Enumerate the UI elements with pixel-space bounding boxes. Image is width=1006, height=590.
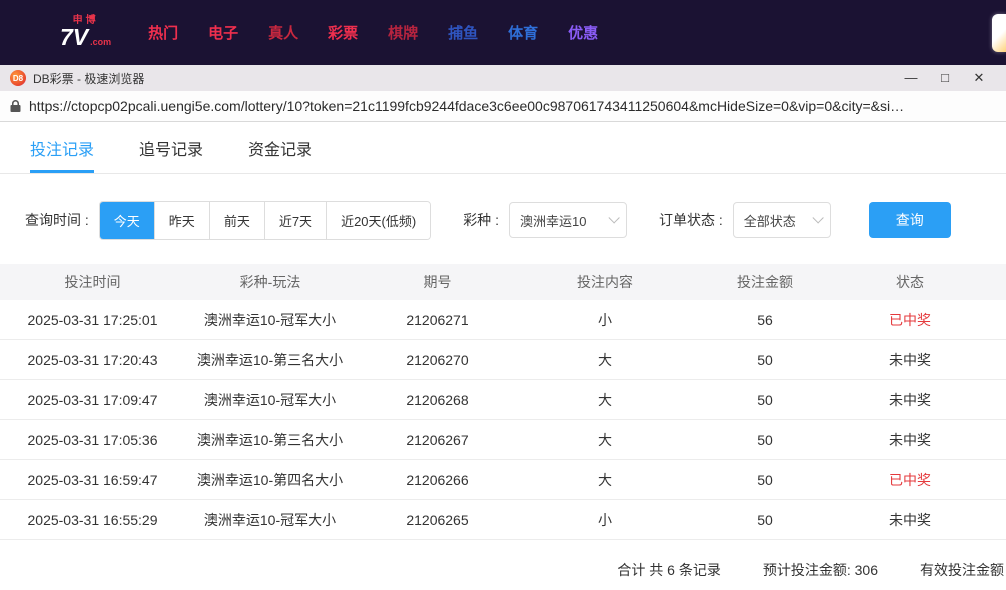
cell-bet-content: 大 xyxy=(598,351,612,368)
chevron-down-icon xyxy=(812,212,824,224)
site-nav: 热门 电子 真人 彩票 棋牌 捕鱼 体育 优惠 xyxy=(133,22,613,43)
col-header-bet-content: 投注内容 xyxy=(577,274,633,290)
floating-widget-icon[interactable] xyxy=(992,14,1006,52)
cell-issue: 21206268 xyxy=(406,391,469,408)
summary-total: 合计 共 6 条记录 xyxy=(617,562,721,578)
cell-game-play: 澳洲幸运10-第三名大小 xyxy=(196,431,344,448)
cell-bet-content: 小 xyxy=(598,311,612,328)
time-option-20days[interactable]: 近20天(低频) xyxy=(326,201,431,239)
window-controls: — □ ✕ xyxy=(894,65,996,91)
filter-bar: 查询时间 : 今天 昨天 前天 近7天 近20天(低频) 彩种 : 澳洲幸运10… xyxy=(25,200,1006,240)
cell-bet-time: 2025-03-31 17:20:43 xyxy=(27,351,158,368)
col-header-issue: 期号 xyxy=(423,274,452,290)
cell-issue: 21206270 xyxy=(406,351,469,368)
status-badge: 未中奖 xyxy=(889,391,931,408)
cell-bet-time: 2025-03-31 17:25:01 xyxy=(27,311,158,328)
cell-bet-amount: 50 xyxy=(757,391,773,408)
lottery-select[interactable]: 澳洲幸运10 xyxy=(508,202,627,238)
cell-issue: 21206266 xyxy=(406,471,469,488)
table-row: 2025-03-31 17:25:01 澳洲幸运10-冠军大小 21206271… xyxy=(0,300,1006,340)
summary-valid: 有效投注金额 xyxy=(920,562,1004,578)
cell-bet-time: 2025-03-31 16:59:47 xyxy=(27,471,158,488)
minimize-icon[interactable]: — xyxy=(894,65,928,91)
status-badge: 未中奖 xyxy=(889,511,931,528)
lock-icon xyxy=(10,99,21,113)
table-header-row: 投注时间 彩种-玩法 期号 投注内容 投注金额 状态 xyxy=(0,264,1006,300)
nav-item-chess[interactable]: 棋牌 xyxy=(373,22,433,43)
logo-com-text: .com xyxy=(90,37,112,47)
maximize-icon[interactable]: □ xyxy=(928,65,962,91)
nav-item-lottery[interactable]: 彩票 xyxy=(313,22,373,43)
order-status-select[interactable]: 全部状态 xyxy=(732,202,831,238)
table-row: 2025-03-31 17:20:43 澳洲幸运10-第三名大小 2120627… xyxy=(0,340,1006,380)
cell-bet-content: 小 xyxy=(598,511,612,528)
cell-bet-amount: 50 xyxy=(757,431,773,448)
cell-bet-amount: 50 xyxy=(757,471,773,488)
cell-issue: 21206267 xyxy=(406,431,469,448)
record-tabs: 投注记录 追号记录 资金记录 xyxy=(0,122,1006,174)
cell-bet-content: 大 xyxy=(598,391,612,408)
table-row: 2025-03-31 17:05:36 澳洲幸运10-第三名大小 2120626… xyxy=(0,420,1006,460)
nav-item-live[interactable]: 真人 xyxy=(253,22,313,43)
tab-fund-records[interactable]: 资金记录 xyxy=(248,122,312,173)
cell-issue: 21206271 xyxy=(406,311,469,328)
site-topbar: 申博 7V .com 热门 电子 真人 彩票 棋牌 捕鱼 体育 优惠 xyxy=(0,0,1006,65)
cell-bet-time: 2025-03-31 16:55:29 xyxy=(27,511,158,528)
col-header-status: 状态 xyxy=(896,274,924,290)
nav-item-slots[interactable]: 电子 xyxy=(193,22,253,43)
cell-bet-time: 2025-03-31 17:09:47 xyxy=(27,391,158,408)
bet-records-table: 投注时间 彩种-玩法 期号 投注内容 投注金额 状态 2025-03-31 17… xyxy=(0,264,1006,540)
close-icon[interactable]: ✕ xyxy=(962,65,996,91)
lottery-filter-label: 彩种 : xyxy=(463,212,499,228)
time-filter-label: 查询时间 : xyxy=(25,212,89,228)
time-option-7days[interactable]: 近7天 xyxy=(263,201,327,239)
table-row: 2025-03-31 17:09:47 澳洲幸运10-冠军大小 21206268… xyxy=(0,380,1006,420)
status-badge: 已中奖 xyxy=(889,311,931,328)
cell-bet-content: 大 xyxy=(598,471,612,488)
status-badge: 未中奖 xyxy=(889,431,931,448)
cell-game-play: 澳洲幸运10-冠军大小 xyxy=(203,311,337,328)
cell-game-play: 澳洲幸运10-冠军大小 xyxy=(203,511,337,528)
nav-item-fishing[interactable]: 捕鱼 xyxy=(433,22,493,43)
time-option-yesterday[interactable]: 昨天 xyxy=(153,201,209,239)
order-status-value: 全部状态 xyxy=(743,213,796,229)
table-row: 2025-03-31 16:55:29 澳洲幸运10-冠军大小 21206265… xyxy=(0,500,1006,540)
cell-bet-time: 2025-03-31 17:05:36 xyxy=(27,431,158,448)
url-text[interactable]: https://ctopcp02pcali.uengi5e.com/lotter… xyxy=(29,98,904,114)
cell-game-play: 澳洲幸运10-冠军大小 xyxy=(203,391,337,408)
col-header-bet-amount: 投注金额 xyxy=(737,274,793,290)
time-option-daybefore[interactable]: 前天 xyxy=(208,201,264,239)
col-header-game-play: 彩种-玩法 xyxy=(239,274,301,290)
cell-issue: 21206265 xyxy=(406,511,469,528)
status-filter-label: 订单状态 : xyxy=(658,212,723,228)
nav-item-hot[interactable]: 热门 xyxy=(133,22,193,43)
browser-app-icon: D8 xyxy=(10,70,26,86)
tab-bet-records[interactable]: 投注记录 xyxy=(30,122,95,173)
cell-bet-amount: 50 xyxy=(757,351,773,368)
cell-bet-amount: 50 xyxy=(757,511,773,528)
nav-item-promo[interactable]: 优惠 xyxy=(553,22,613,43)
cell-game-play: 澳洲幸运10-第四名大小 xyxy=(196,471,344,488)
col-header-bet-time: 投注时间 xyxy=(64,274,121,290)
chevron-down-icon xyxy=(608,212,620,224)
tab-chase-records[interactable]: 追号记录 xyxy=(139,122,203,173)
nav-item-sports[interactable]: 体育 xyxy=(493,22,553,43)
status-badge: 已中奖 xyxy=(889,471,931,488)
time-option-today[interactable]: 今天 xyxy=(99,201,154,239)
summary-expected: 预计投注金额: 306 xyxy=(762,562,878,578)
table-row: 2025-03-31 16:59:47 澳洲幸运10-第四名大小 2120626… xyxy=(0,460,1006,500)
site-logo[interactable]: 申博 7V .com xyxy=(60,16,111,49)
summary-bar: 合计 共 6 条记录 预计投注金额: 306 有效投注金额 xyxy=(0,540,1006,590)
search-button[interactable]: 查询 xyxy=(868,202,951,238)
status-badge: 未中奖 xyxy=(889,351,931,368)
logo-main-text: 7V xyxy=(60,24,89,50)
cell-bet-content: 大 xyxy=(598,431,612,448)
browser-titlebar: D8 DB彩票 - 极速浏览器 — □ ✕ xyxy=(0,65,1006,91)
url-bar[interactable]: https://ctopcp02pcali.uengi5e.com/lotter… xyxy=(0,91,1006,122)
cell-game-play: 澳洲幸运10-第三名大小 xyxy=(196,351,344,368)
time-range-group: 今天 昨天 前天 近7天 近20天(低频) xyxy=(98,200,432,240)
lottery-select-value: 澳洲幸运10 xyxy=(519,213,587,229)
window-title: DB彩票 - 极速浏览器 xyxy=(33,71,145,86)
cell-bet-amount: 56 xyxy=(757,311,773,328)
